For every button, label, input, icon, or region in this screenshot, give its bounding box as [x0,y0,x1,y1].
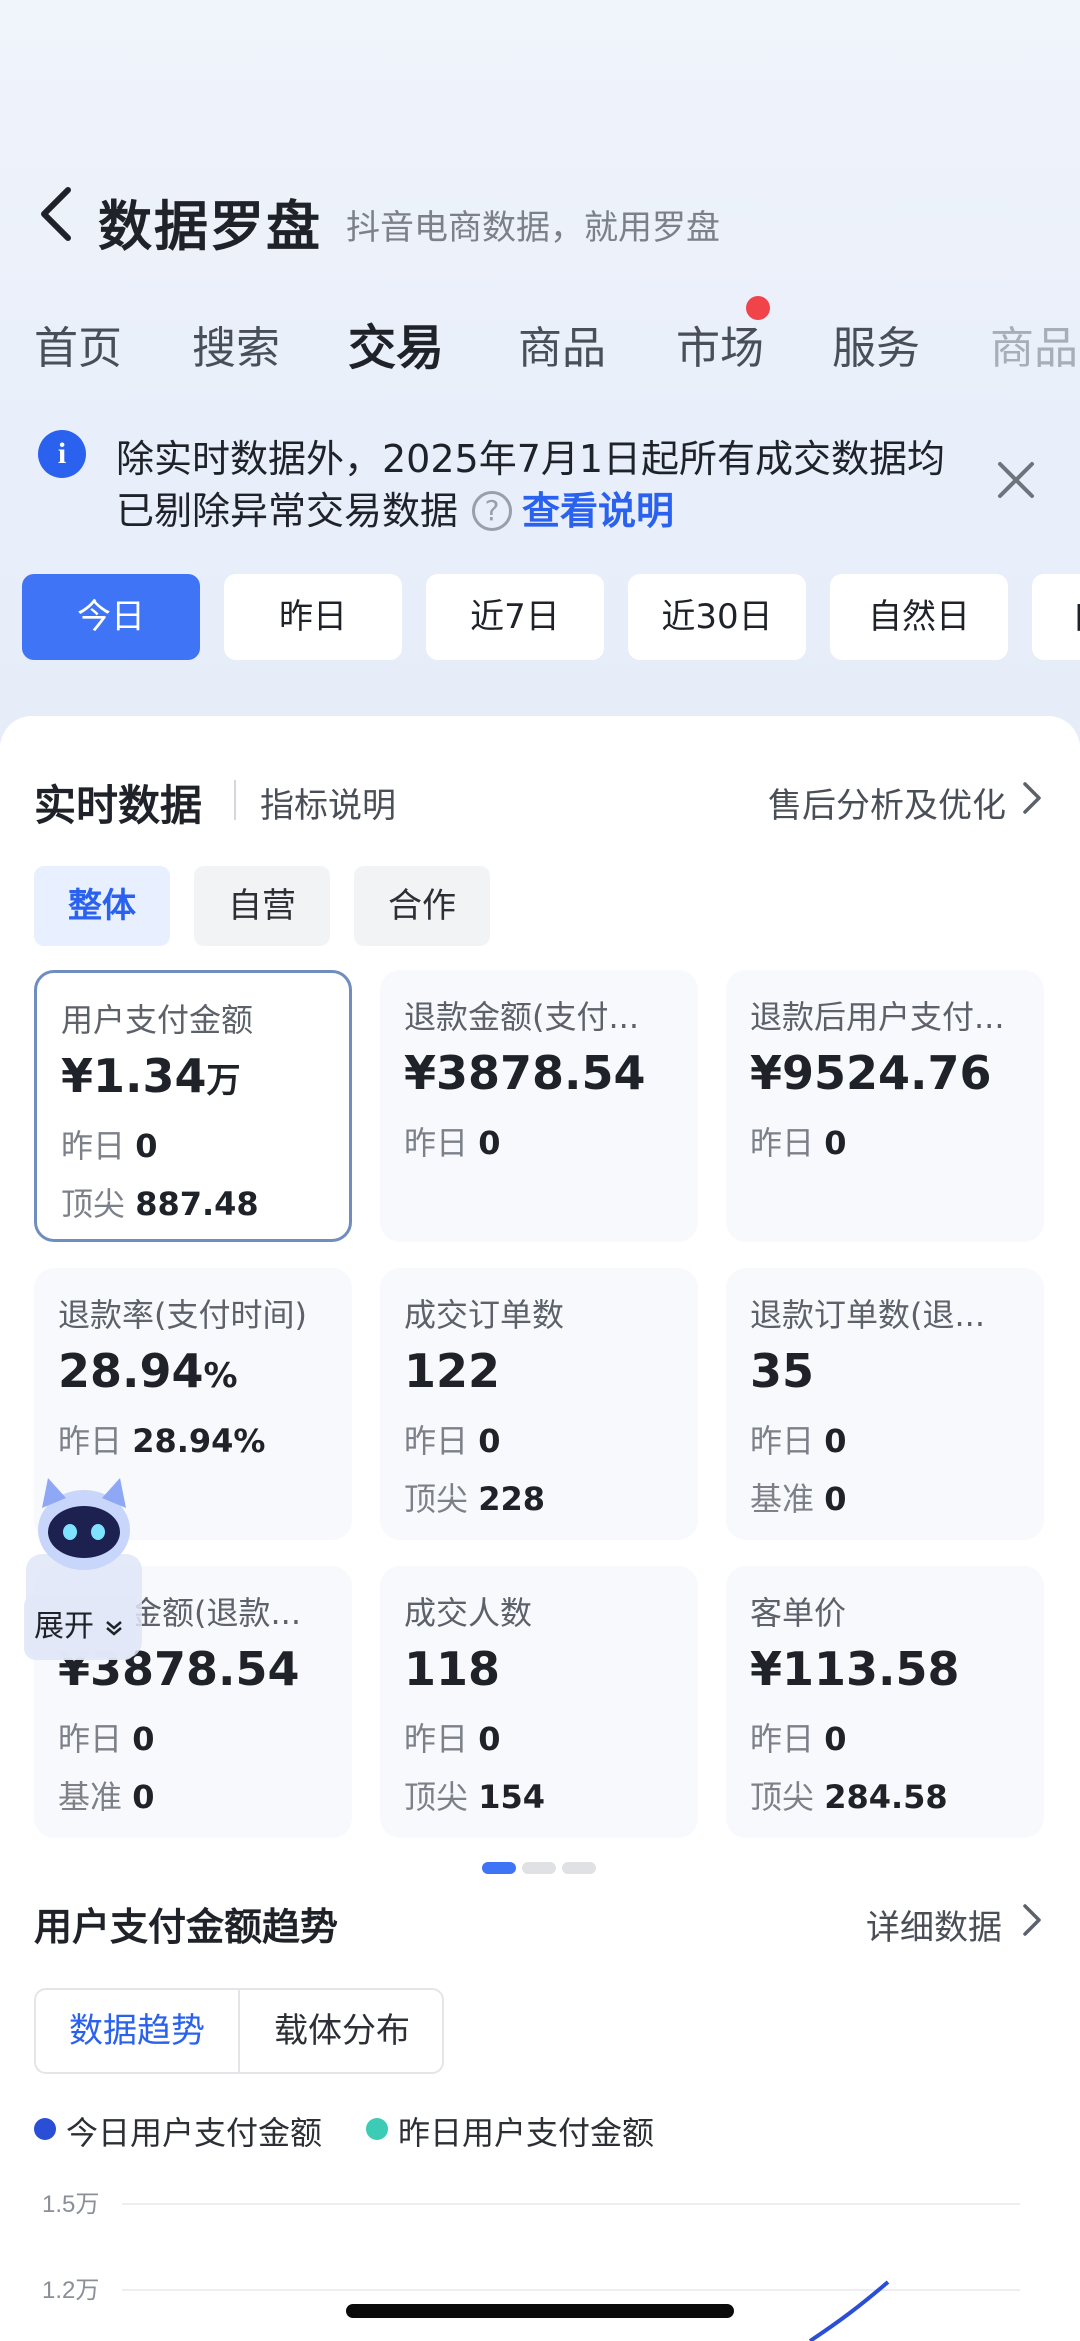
metric-label: 退款金额(支付... [404,998,640,1036]
tab-search[interactable]: 搜索 [192,312,280,376]
segment-overall[interactable]: 整体 [34,866,170,946]
market-badge-dot [746,296,770,320]
notice-text-line1: 除实时数据外，2025年7月1日起所有成交数据均 [116,437,946,481]
home-indicator[interactable] [346,2304,734,2318]
date-chip-7d[interactable]: 近7日 [426,574,604,660]
metric-yesterday: 昨日 0 [404,1422,501,1460]
metric-benchmark: 基准 0 [750,1480,847,1518]
metric-card-buyer-count[interactable]: 成交人数 118 昨日 0 顶尖 154 [380,1566,698,1838]
chevron-right-icon[interactable] [1020,1902,1044,1938]
metric-label: 退款后用户支付... [750,998,1005,1036]
legend-label-yesterday: 昨日用户支付金额 [398,2114,655,2152]
metric-card-refund-order-count[interactable]: 退款订单数(退... 35 昨日 0 基准 0 [726,1268,1044,1540]
metric-yesterday: 昨日 28.94% [58,1422,266,1460]
metric-value: 118 [404,1642,501,1696]
realtime-data-card: 实时数据 指标说明 售后分析及优化 整体 自营 合作 用户支付金额 ¥1.34万… [0,716,1080,2341]
pager-dot-active [482,1862,516,1874]
tab-service[interactable]: 服务 [832,312,920,376]
date-chip-more[interactable]: 自 [1032,574,1080,660]
metric-card-payment-after-refund[interactable]: 退款后用户支付... ¥9524.76 昨日 0 [726,970,1044,1242]
trend-title: 用户支付金额趋势 [34,1905,339,1949]
metric-yesterday: 昨日 0 [58,1720,155,1758]
tab-home[interactable]: 首页 [34,312,122,376]
expand-label: 展开 [34,1609,94,1644]
metric-card-avg-order-price[interactable]: 客单价 ¥113.58 昨日 0 顶尖 284.58 [726,1566,1044,1838]
app-title: 数据罗盘 [98,195,322,258]
metric-yesterday: 昨日 0 [404,1124,501,1162]
pager-dot [562,1862,596,1874]
metric-card-user-payment[interactable]: 用户支付金额 ¥1.34万 昨日 0 顶尖 887.48 [34,970,352,1242]
help-icon[interactable]: ? [472,490,513,531]
metric-label: 成交订单数 [404,1296,565,1334]
tab-market[interactable]: 市场 [676,312,764,376]
notice-banner: i 除实时数据外，2025年7月1日起所有成交数据均 已剔除异常交易数据? 查看说… [0,408,1080,538]
app-header: 数据罗盘 抖音电商数据，就用罗盘 [0,170,1080,260]
notice-text-line2: 已剔除异常交易数据? 查看说明 [116,480,674,537]
metric-value: 122 [404,1344,501,1398]
top-tab-bar: 首页 搜索 交易 商品 市场 服务 商品 [0,300,1080,380]
notice-text-line2-label: 已剔除异常交易数据 [116,489,459,533]
date-chip-yesterday[interactable]: 昨日 [224,574,402,660]
title-divider [234,780,236,820]
metrics-pager [482,1862,598,1874]
y-tick-1-5w: 1.5万 [42,2191,99,2218]
metric-yesterday: 昨日 0 [61,1127,158,1165]
metric-label: 退款订单数(退... [750,1296,986,1334]
tab-data-trend[interactable]: 数据趋势 [36,1990,240,2072]
date-chip-natural-day[interactable]: 自然日 [830,574,1008,660]
legend-dot-today [34,2118,56,2140]
date-filter-bar: 今日 昨日 近7日 近30日 自然日 自 [0,574,1080,660]
legend-dot-yesterday [366,2118,388,2140]
trend-tab-group: 数据趋势 载体分布 [34,1988,444,2074]
metric-value: ¥113.58 [750,1642,960,1696]
chevron-down-icon [105,1620,122,1636]
assistant-expand-button[interactable]: 展开 [24,1594,136,1660]
metric-value: ¥3878.54 [404,1046,646,1100]
tab-transaction[interactable]: 交易 [348,308,444,378]
app-subtitle: 抖音电商数据，就用罗盘 [346,208,720,248]
indicator-explanation-link[interactable]: 指标说明 [260,778,396,827]
tab-carrier-distribution[interactable]: 载体分布 [240,1990,444,2072]
metric-top: 顶尖 228 [404,1480,545,1518]
metric-card-refund-amount[interactable]: 退款金额(支付... ¥3878.54 昨日 0 [380,970,698,1242]
detail-data-link[interactable]: 详细数据 [866,1900,1002,1949]
pager-dot [522,1862,556,1874]
metric-yesterday: 昨日 0 [750,1124,847,1162]
metric-value: 35 [750,1344,815,1398]
metric-top: 顶尖 887.48 [61,1185,259,1223]
metric-yesterday: 昨日 0 [750,1720,847,1758]
metric-top: 顶尖 284.58 [750,1778,948,1816]
segment-self-operated[interactable]: 自营 [194,866,330,946]
realtime-title: 实时数据 [34,781,203,830]
info-icon: i [38,430,86,478]
chart-legend: 今日用户支付金额 昨日用户支付金额 [34,2108,1034,2152]
metric-label: 退款率(支付时间) [58,1296,307,1334]
date-chip-today[interactable]: 今日 [22,574,200,660]
metric-label: 金额(退款... [130,1594,302,1632]
metric-yesterday: 昨日 0 [750,1422,847,1460]
metric-top: 顶尖 154 [404,1778,545,1816]
metric-yesterday: 昨日 0 [404,1720,501,1758]
back-arrow-icon[interactable] [34,184,78,244]
metric-value: ¥1.34万 [61,1049,241,1103]
close-icon[interactable] [996,460,1036,500]
legend-label-today: 今日用户支付金额 [66,2114,323,2152]
after-sales-analysis-link[interactable]: 售后分析及优化 [768,778,1006,827]
metric-label: 客单价 [750,1594,847,1632]
view-explanation-link[interactable]: 查看说明 [522,489,674,533]
tab-goods[interactable]: 商品 [518,312,606,376]
date-chip-30d[interactable]: 近30日 [628,574,806,660]
metric-benchmark: 基准 0 [58,1778,155,1816]
metric-value: 28.94% [58,1344,238,1398]
segment-cooperation[interactable]: 合作 [354,866,490,946]
metric-card-order-count[interactable]: 成交订单数 122 昨日 0 顶尖 228 [380,1268,698,1540]
chevron-right-icon[interactable] [1020,780,1044,816]
tab-goods-2[interactable]: 商品 [990,312,1078,376]
y-tick-1-2w: 1.2万 [42,2277,99,2304]
metric-label: 用户支付金额 [61,1001,254,1039]
metric-value: ¥9524.76 [750,1046,992,1100]
metric-label: 成交人数 [404,1594,533,1632]
